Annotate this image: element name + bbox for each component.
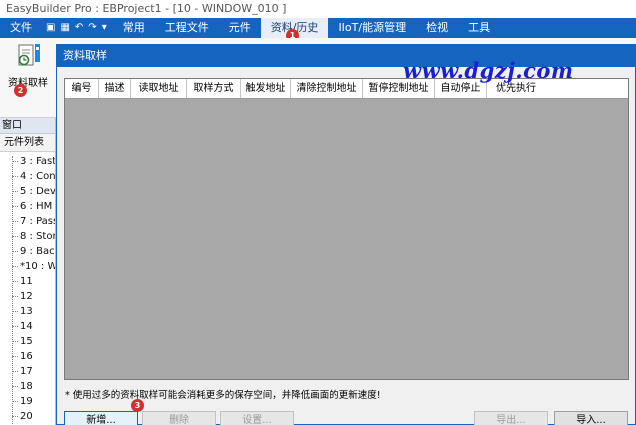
undo-icon[interactable]: ↶ (75, 18, 83, 38)
menu-iiot-energy[interactable]: IIoT/能源管理 (328, 18, 416, 38)
tree-item[interactable]: 19 (0, 394, 55, 409)
tree-item[interactable]: 7 : Pass (0, 214, 55, 229)
tree-item[interactable]: 12 (0, 289, 55, 304)
menu-project-files[interactable]: 工程文件 (155, 18, 219, 38)
tree-item[interactable]: 16 (0, 349, 55, 364)
data-sampling-label: 资料取样 (8, 78, 48, 89)
settings-button[interactable]: 设置... (220, 411, 294, 425)
export-button[interactable]: 导出... (474, 411, 548, 425)
tree-item[interactable]: 13 (0, 304, 55, 319)
tree-item[interactable]: 17 (0, 364, 55, 379)
column-header-clear-control-address[interactable]: 清除控制地址 (291, 79, 363, 98)
grid-icon[interactable]: ▦ (60, 18, 69, 38)
menu-common[interactable]: 常用 (113, 18, 155, 38)
menu-file[interactable]: 文件 (0, 18, 42, 38)
tree-item[interactable]: 3 : Fast (0, 154, 55, 169)
import-button[interactable]: 导入... (554, 411, 628, 425)
menu-tools[interactable]: 工具 (458, 18, 500, 38)
tree-item[interactable]: 8 : Stor (0, 229, 55, 244)
usage-note: * 使用过多的资料取样可能会消耗更多的保存空间，并降低画面的更新速度! (65, 390, 381, 401)
add-button[interactable]: 新增... (64, 411, 138, 425)
tree-item[interactable]: 14 (0, 319, 55, 334)
step-badge-3: 3 (131, 399, 144, 412)
delete-button[interactable]: 删除 (142, 411, 216, 425)
menu-view[interactable]: 检视 (416, 18, 458, 38)
tree-item[interactable]: 11 (0, 274, 55, 289)
redo-icon[interactable]: ↷ (88, 18, 96, 38)
window-panel-header: 窗口 (0, 118, 55, 134)
tab-object-list[interactable]: 元件列表 (0, 134, 55, 152)
data-sampling-dialog: 资料取样 编号 描述 读取地址 取样方式 触发地址 清除控制地址 暂停控制地址 … (56, 44, 636, 425)
tree-item[interactable]: 5 : Dev (0, 184, 55, 199)
window-tree: 3 : Fast 4 : Con 5 : Dev 6 : HM 7 : Pass… (0, 152, 55, 424)
column-header-number[interactable]: 编号 (65, 79, 99, 98)
column-header-sampling-mode[interactable]: 取样方式 (187, 79, 241, 98)
chevron-down-icon[interactable]: ▾ (102, 18, 107, 38)
save-icon[interactable]: ▣ (46, 18, 55, 38)
window-title: EasyBuilder Pro : EBProject1 - [10 - WIN… (0, 0, 636, 18)
tree-item-current[interactable]: *10 : W (0, 259, 55, 274)
menu-objects[interactable]: 元件 (219, 18, 261, 38)
quick-access-toolbar: ▣ ▦ ↶ ↷ ▾ (42, 18, 113, 38)
column-header-description[interactable]: 描述 (99, 79, 131, 98)
step-badge-2: 2 (14, 84, 27, 97)
data-sampling-table[interactable]: 编号 描述 读取地址 取样方式 触发地址 清除控制地址 暂停控制地址 自动停止 … (64, 78, 629, 380)
window-panel: 窗口 元件列表 3 : Fast 4 : Con 5 : Dev 6 : HM … (0, 118, 56, 425)
data-sampling-button[interactable]: 资料取样 (4, 42, 52, 98)
tree-item[interactable]: 4 : Con (0, 169, 55, 184)
menu-bar: 文件 ▣ ▦ ↶ ↷ ▾ 常用 工程文件 元件 资料/历史 IIoT/能源管理 … (0, 18, 636, 38)
tree-item[interactable]: 9 : Bac (0, 244, 55, 259)
tree-item[interactable]: 18 (0, 379, 55, 394)
tree-item[interactable]: 15 (0, 334, 55, 349)
data-sampling-icon (13, 42, 43, 70)
column-header-trigger-address[interactable]: 触发地址 (241, 79, 291, 98)
site-watermark: www.dgzj.com (403, 58, 574, 83)
tree-item[interactable]: 6 : HM (0, 199, 55, 214)
column-header-read-address[interactable]: 读取地址 (131, 79, 187, 98)
tree-item[interactable]: 20 (0, 409, 55, 424)
